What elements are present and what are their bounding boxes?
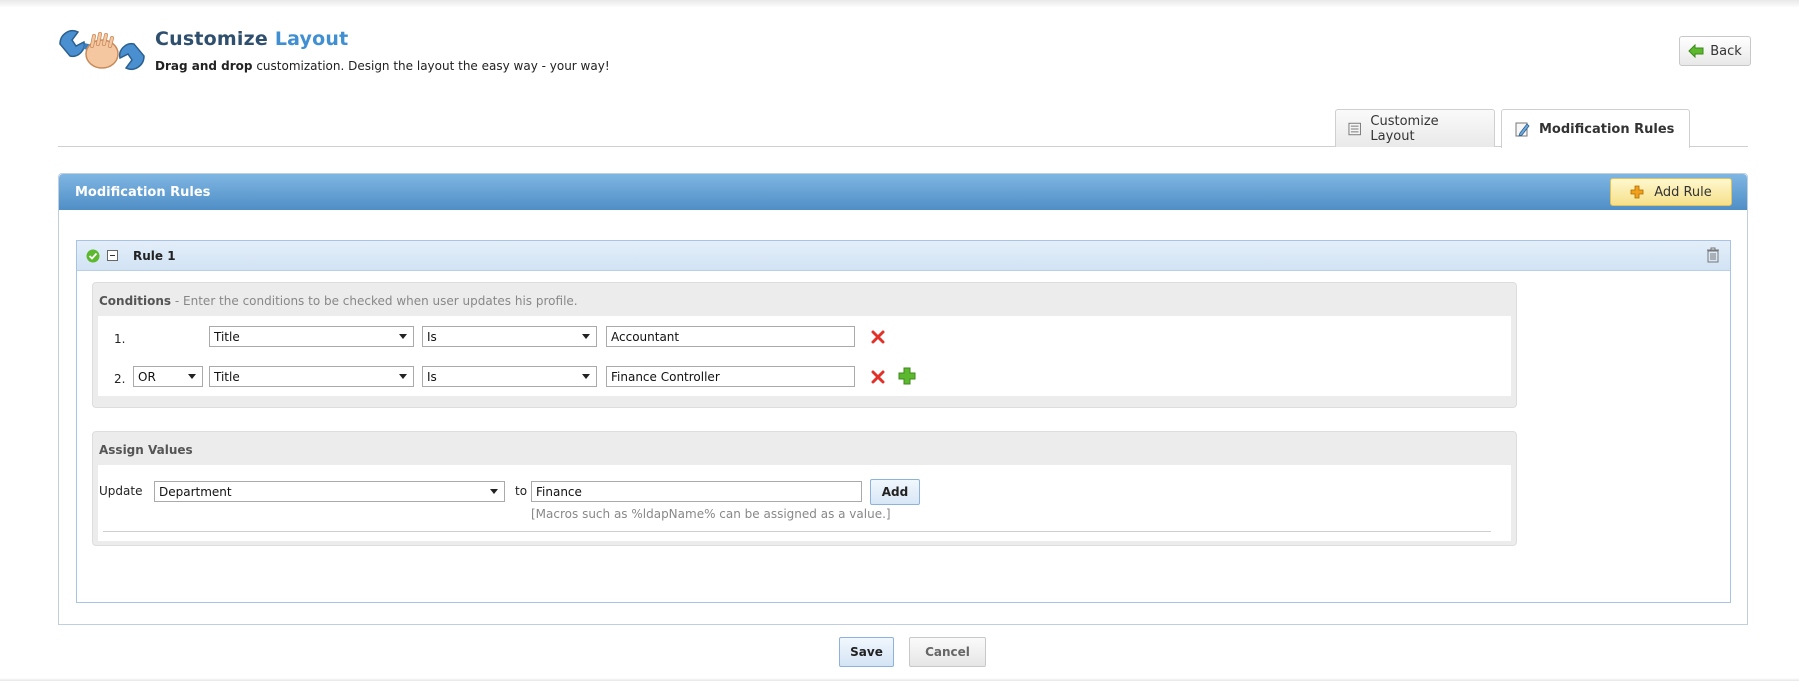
conditions-list: 1. Title Is Accountant 2. OR Title Is Fi… [98, 316, 1511, 396]
condition-2-field-select[interactable]: Title [209, 366, 414, 387]
page-title: Customize Layout [155, 28, 348, 50]
assign-field-select[interactable]: Department [154, 481, 505, 502]
conditions-section: Conditions - Enter the conditions to be … [92, 282, 1517, 408]
page-title-main: Customize [155, 28, 268, 50]
remove-condition-2-icon[interactable] [870, 369, 886, 385]
page-subtitle-bold: Drag and drop [155, 59, 253, 73]
condition-2-operator-select[interactable]: Is [422, 366, 597, 387]
page-subtitle: Drag and drop customization. Design the … [155, 59, 610, 73]
modification-rules-panel: Modification Rules Add Rule Rule 1 Condi… [58, 173, 1748, 625]
condition-1-operator-value: Is [427, 329, 437, 344]
condition-1-field-value: Title [214, 329, 240, 344]
condition-1-operator-select[interactable]: Is [422, 326, 597, 347]
chevron-down-icon [399, 374, 407, 379]
update-label: Update [99, 484, 143, 498]
condition-2-number: 2. [114, 372, 126, 386]
rule-card: Rule 1 Conditions - Enter the conditions… [76, 240, 1731, 603]
chevron-down-icon [582, 334, 590, 339]
chevron-down-icon [399, 334, 407, 339]
condition-1-value-text: Accountant [611, 329, 680, 344]
page-title-accent: Layout [274, 28, 349, 50]
add-condition-plus-icon[interactable] [898, 367, 916, 385]
remove-condition-1-icon[interactable] [870, 329, 886, 345]
tab-modification-rules[interactable]: Modification Rules [1501, 109, 1690, 148]
condition-2-joiner-select[interactable]: OR [133, 366, 203, 387]
conditions-label: Conditions - Enter the conditions to be … [99, 294, 578, 308]
condition-2-value-input[interactable]: Finance Controller [606, 366, 855, 387]
cancel-button[interactable]: Cancel [909, 637, 986, 667]
conditions-title: Conditions [99, 294, 172, 308]
plus-icon [1630, 185, 1644, 199]
tab-customize-layout-label: Customize Layout [1370, 113, 1439, 144]
assign-divider [103, 531, 1491, 532]
check-circle-icon [86, 249, 100, 263]
collapse-toggle-icon[interactable] [107, 250, 118, 261]
assign-value-text: Finance [536, 484, 582, 499]
save-button[interactable]: Save [839, 637, 894, 667]
condition-1-value-input[interactable]: Accountant [606, 326, 855, 347]
panel-header: Modification Rules Add Rule [59, 174, 1747, 210]
page-subtitle-rest: customization. Design the layout the eas… [252, 59, 610, 73]
chevron-down-icon [490, 489, 498, 494]
trash-icon[interactable] [1706, 247, 1720, 263]
top-shadow [0, 0, 1799, 8]
tab-customize-layout[interactable]: Customize Layout [1335, 109, 1495, 147]
edit-rules-icon [1515, 122, 1530, 137]
assign-field-value: Department [159, 484, 232, 499]
assign-values-section: Assign Values Update Department to Finan… [92, 431, 1517, 546]
layout-icon [1348, 122, 1361, 135]
condition-2-field-value: Title [214, 369, 240, 384]
condition-1-number: 1. [114, 332, 126, 346]
back-arrow-icon [1688, 44, 1704, 58]
rule-header: Rule 1 [77, 241, 1730, 271]
rule-title: Rule 1 [133, 249, 176, 263]
wrench-hand-logo-icon [56, 24, 148, 76]
add-rule-label: Add Rule [1654, 184, 1712, 200]
conditions-description: - Enter the conditions to be checked whe… [171, 294, 578, 308]
assign-values-body: Update Department to Finance Add [Macros… [98, 465, 1511, 541]
condition-2-operator-value: Is [427, 369, 437, 384]
back-button[interactable]: Back [1679, 36, 1751, 66]
add-assignment-button[interactable]: Add [870, 479, 920, 505]
assign-values-label: Assign Values [99, 443, 193, 457]
back-button-label: Back [1710, 43, 1742, 59]
tab-modification-rules-label: Modification Rules [1539, 121, 1675, 137]
condition-2-joiner-value: OR [138, 369, 156, 384]
to-label: to [515, 484, 528, 498]
condition-1-field-select[interactable]: Title [209, 326, 414, 347]
assign-value-input[interactable]: Finance [531, 481, 862, 502]
condition-2-value-text: Finance Controller [611, 369, 720, 384]
add-rule-button[interactable]: Add Rule [1610, 178, 1732, 206]
panel-title: Modification Rules [75, 185, 211, 200]
chevron-down-icon [582, 374, 590, 379]
macros-hint: [Macros such as %ldapName% can be assign… [531, 507, 891, 521]
chevron-down-icon [188, 374, 196, 379]
